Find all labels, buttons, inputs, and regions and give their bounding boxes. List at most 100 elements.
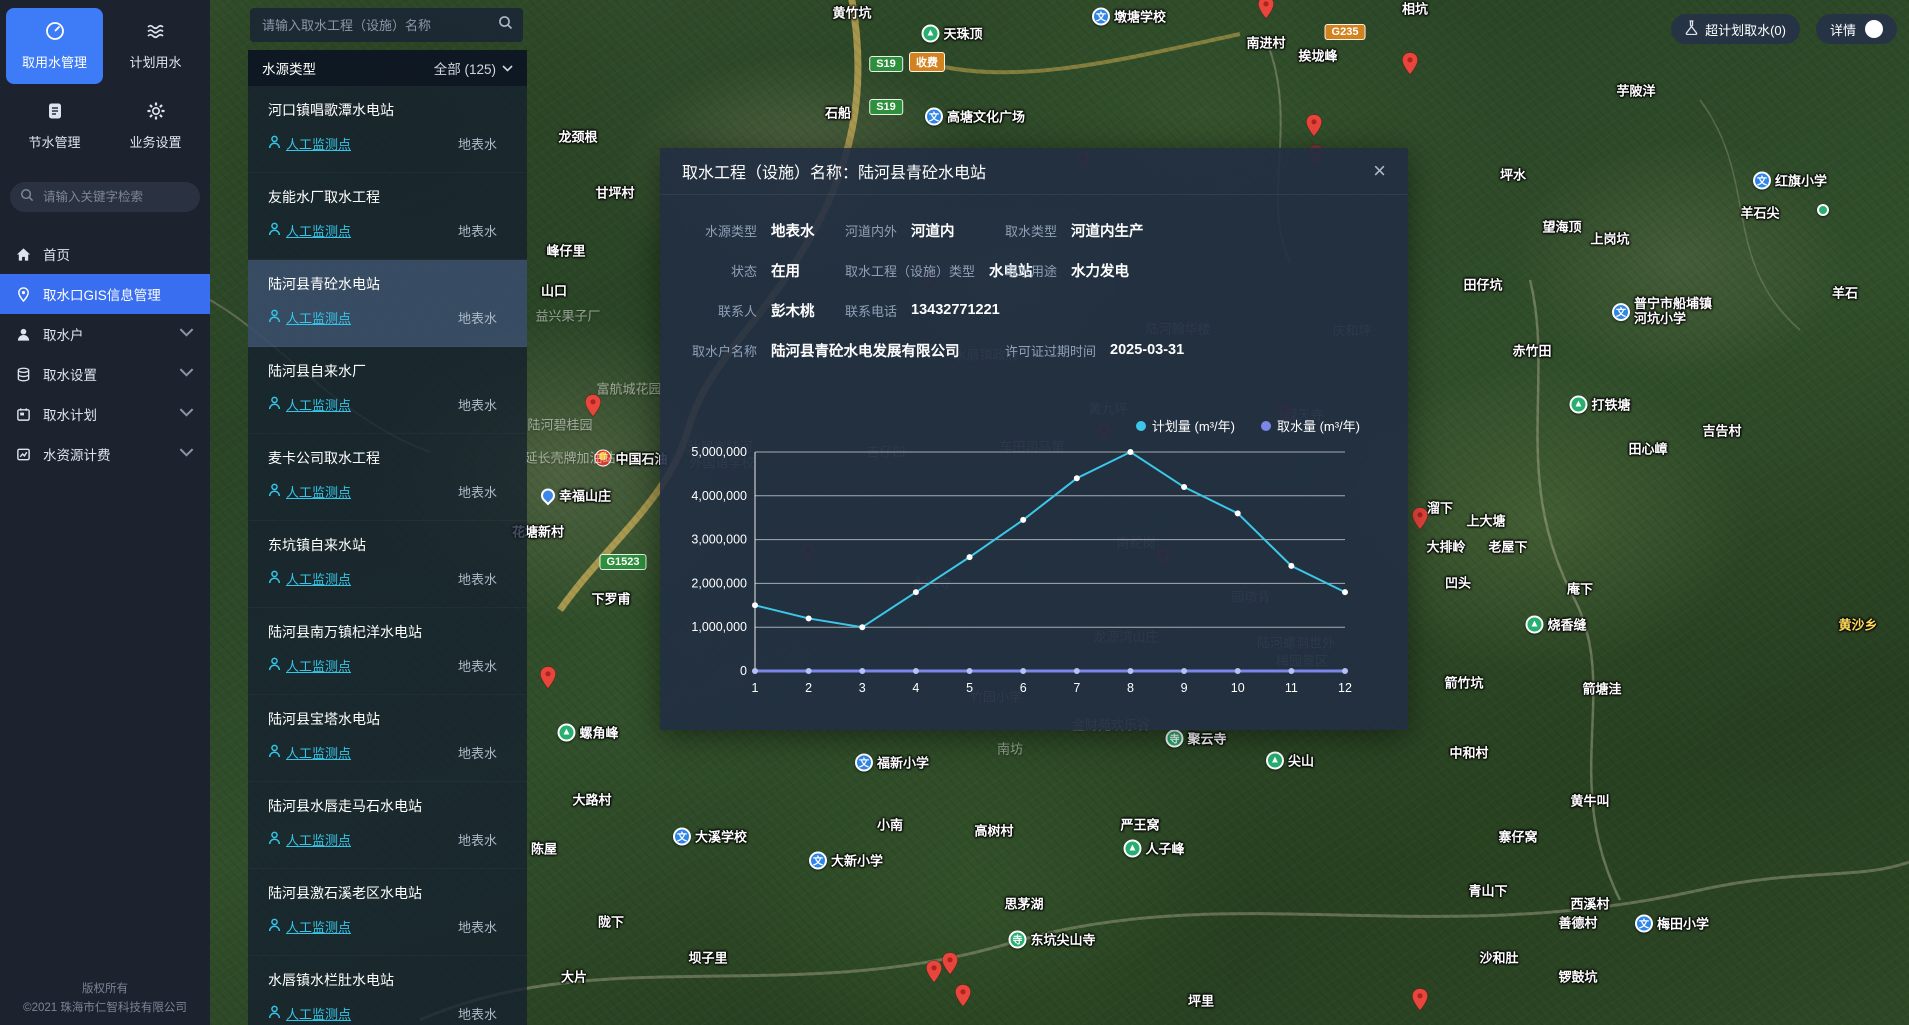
station-list-item[interactable]: 麦卡公司取水工程人工监测点地表水 [248, 434, 527, 521]
map-label: 箭塘洼 [1582, 679, 1621, 698]
intake-point-pin[interactable] [540, 666, 557, 694]
intake-point-pin[interactable] [942, 952, 959, 980]
sidebar-item-2[interactable]: 取水口GIS信息管理 [0, 274, 210, 314]
map-label: 甘坪村 [595, 183, 634, 202]
station-list: 河口镇唱歌潭水电站人工监测点地表水友能水厂取水工程人工监测点地表水陆河县青砼水电… [248, 86, 527, 1025]
intake-point-pin[interactable] [926, 960, 943, 988]
app-root: 黄竹坑▲天珠顶S19收费S19文墩塘学校G235相坑南进村挨垅峰芋陂洋龙颈根石船… [0, 0, 1909, 1025]
station-list-item[interactable]: 东坑镇自来水站人工监测点地表水 [248, 521, 527, 608]
svg-text:3: 3 [859, 681, 866, 695]
map-label: 思茅湖 [1004, 894, 1043, 913]
sidebar-menu: 首页取水口GIS信息管理取水户取水设置取水计划水资源计费 [0, 234, 210, 474]
monitor-type-link[interactable]: 人工监测点 [268, 395, 351, 414]
station-list-item[interactable]: 陆河县自来水厂人工监测点地表水 [248, 347, 527, 434]
station-list-item[interactable]: 陆河县激石溪老区水电站人工监测点地表水 [248, 869, 527, 956]
map-poi-school: 文大新小学 [809, 851, 883, 870]
map-poi-school: 文福新小学 [855, 753, 929, 772]
legend-dot-icon [1136, 421, 1146, 431]
sidebar-item-4[interactable]: 取水设置 [0, 354, 210, 394]
filter-dropdown[interactable]: 全部 (125) [434, 58, 513, 78]
module-tile-2[interactable]: 计划用水 [107, 8, 204, 84]
detail-toggle[interactable]: 详情 [1816, 14, 1897, 44]
chevron-down-icon [179, 445, 194, 463]
module-tile-4[interactable]: 业务设置 [107, 88, 204, 164]
intake-point-pin[interactable] [1258, 0, 1275, 24]
monitor-type-link[interactable]: 人工监测点 [268, 569, 351, 588]
sidebar-item-3[interactable]: 取水户 [0, 314, 210, 354]
toggle-knob[interactable] [1865, 20, 1883, 38]
svg-text:4: 4 [912, 681, 919, 695]
module-tile-3[interactable]: 节水管理 [6, 88, 103, 164]
station-list-item[interactable]: 陆河县青砼水电站人工监测点地表水 [248, 260, 527, 347]
person-icon [268, 657, 281, 674]
monitor-type-link[interactable]: 人工监测点 [268, 482, 351, 501]
map-label: 严王窝 [1120, 815, 1159, 834]
sidebar-item-5[interactable]: 取水计划 [0, 394, 210, 434]
intake-point-pin[interactable] [585, 394, 602, 422]
intake-point-pin[interactable] [1412, 988, 1429, 1016]
detail-field: 河道内外河道内 [845, 210, 955, 250]
detail-field: 取水用途水力发电 [1005, 250, 1129, 290]
intake-point-pin[interactable] [955, 984, 972, 1012]
map-label: 坪里 [1188, 991, 1214, 1010]
station-search-input[interactable] [260, 17, 498, 34]
legend-item[interactable]: 计划量 (m³/年) [1136, 416, 1235, 435]
map-label: 西溪村 [1570, 894, 1609, 913]
station-list-item[interactable]: 友能水厂取水工程人工监测点地表水 [248, 173, 527, 260]
road-badge: S19 [869, 56, 903, 72]
map-label: 沙和肚 [1479, 948, 1518, 967]
module-tile-1[interactable]: 取用水管理 [6, 8, 103, 84]
search-icon[interactable] [498, 15, 513, 35]
map-label: 寨仔窝 [1498, 827, 1537, 846]
keyword-search-box [10, 182, 200, 212]
intake-point-pin[interactable] [1412, 507, 1429, 535]
detail-label: 详情 [1830, 20, 1856, 39]
detail-field: 联系电话13432771221 [845, 290, 1000, 330]
monitor-type-link[interactable]: 人工监测点 [268, 656, 351, 675]
monitor-type-link[interactable]: 人工监测点 [268, 221, 351, 240]
svg-text:12: 12 [1338, 681, 1352, 695]
svg-text:5,000,000: 5,000,000 [691, 445, 747, 459]
over-plan-water-button[interactable]: 超计划取水(0) [1671, 14, 1800, 44]
monitor-type-link[interactable]: 人工监测点 [268, 743, 351, 762]
station-list-item[interactable]: 陆河县水唇走马石水电站人工监测点地表水 [248, 782, 527, 869]
plan-icon [16, 407, 31, 422]
map-label: 陈屋 [531, 839, 557, 858]
gear-icon [146, 101, 166, 124]
monitor-type-link[interactable]: 人工监测点 [268, 1004, 351, 1023]
monitor-type-link[interactable]: 人工监测点 [268, 830, 351, 849]
mountain-icon: ▲ [1569, 395, 1587, 413]
map-label: 田心嶂 [1628, 439, 1667, 458]
svg-text:11: 11 [1285, 681, 1298, 695]
school-icon: 文 [925, 107, 943, 125]
intake-point-pin[interactable] [1402, 52, 1419, 80]
intake-point-pin[interactable] [1306, 114, 1323, 142]
station-list-item[interactable]: 陆河县宝塔水电站人工监测点地表水 [248, 695, 527, 782]
bill-icon [16, 447, 31, 462]
monitor-type-link[interactable]: 人工监测点 [268, 308, 351, 327]
legend-item[interactable]: 取水量 (m³/年) [1261, 416, 1360, 435]
close-icon[interactable]: × [1373, 160, 1386, 182]
tile-label: 计划用水 [129, 52, 181, 71]
monitor-type-link[interactable]: 人工监测点 [268, 917, 351, 936]
station-list-item[interactable]: 陆河县南万镇杞洋水电站人工监测点地表水 [248, 608, 527, 695]
person-icon [268, 396, 281, 413]
school-icon: 文 [1092, 7, 1110, 25]
station-list-item[interactable]: 水唇镇水栏肚水电站人工监测点地表水 [248, 956, 527, 1025]
keyword-search-input[interactable] [41, 189, 195, 205]
person-icon [268, 831, 281, 848]
svg-text:0: 0 [740, 664, 747, 678]
monitor-type-link[interactable]: 人工监测点 [268, 134, 351, 153]
sidebar-item-6[interactable]: 水资源计费 [0, 434, 210, 474]
map-poi-mountain: ▲螺角峰 [557, 723, 618, 742]
person-icon [268, 744, 281, 761]
person-icon [268, 918, 281, 935]
map-poi-school: 文梅田小学 [1635, 914, 1709, 933]
station-list-item[interactable]: 河口镇唱歌潭水电站人工监测点地表水 [248, 86, 527, 173]
station-name: 陆河县宝塔水电站 [268, 709, 511, 729]
map-label: 南坊 [997, 739, 1023, 758]
chevron-down-icon [179, 405, 194, 423]
map-label: 富航城花园 [596, 379, 661, 398]
sidebar-item-1[interactable]: 首页 [0, 234, 210, 274]
map-poi-school: 文红旗小学 [1753, 171, 1827, 190]
